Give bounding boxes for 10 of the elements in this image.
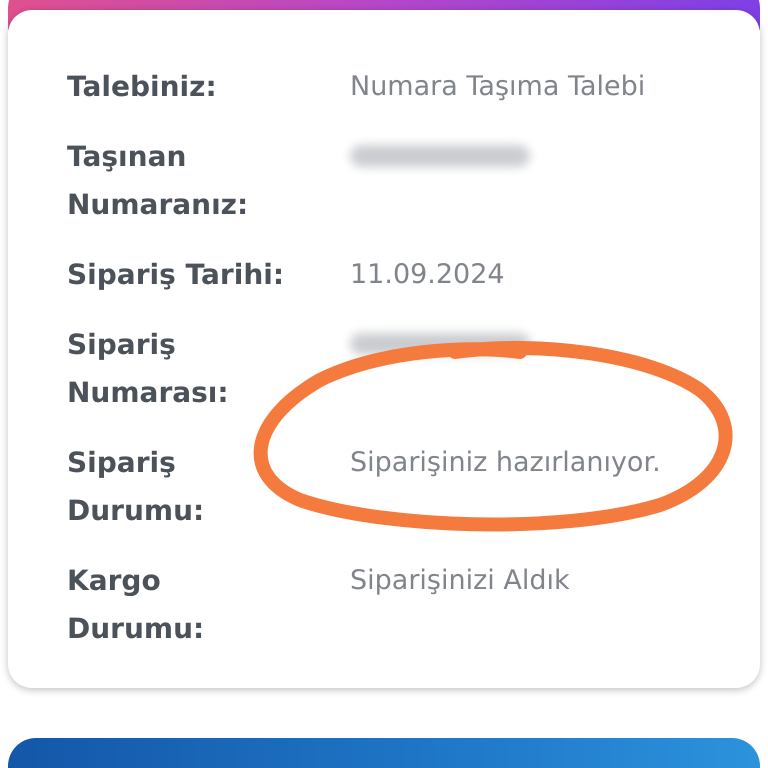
- field-label: Kargo Durumu:: [67, 563, 206, 647]
- field-value: Numara Taşıma Talebi: [350, 70, 646, 104]
- field-label: Taşınan Numaranız:: [67, 139, 250, 223]
- field-value: Siparişinizi Aldık: [350, 564, 571, 598]
- field-label: Sipariş Numarası:: [67, 327, 230, 411]
- field-label: Talebiniz:: [67, 69, 218, 105]
- field-label: Sipariş Tarihi:: [67, 257, 286, 293]
- field-label: Sipariş Durumu:: [67, 445, 206, 529]
- field-value: 11.09.2024: [350, 258, 506, 292]
- field-value: Siparişiniz hazırlanıyor.: [350, 446, 662, 480]
